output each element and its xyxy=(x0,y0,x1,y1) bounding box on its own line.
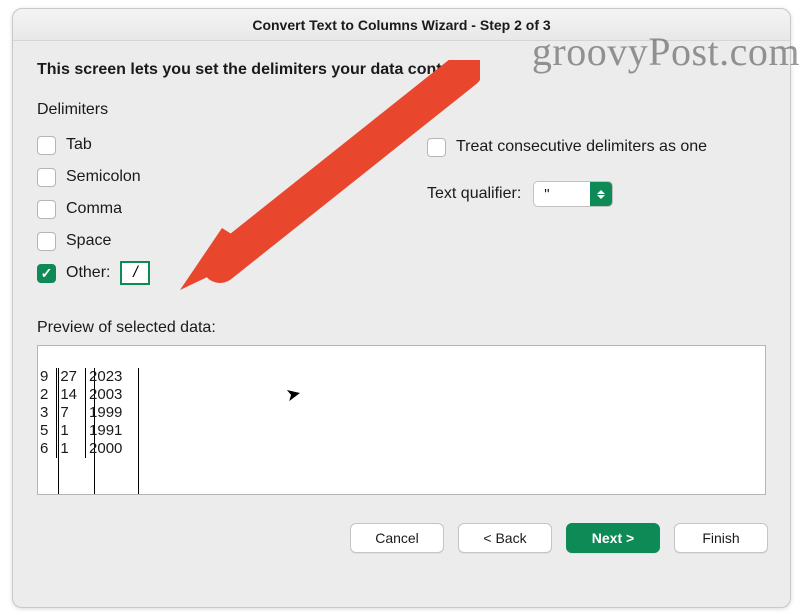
next-button[interactable]: Next > xyxy=(566,523,660,553)
checkbox-semicolon[interactable] xyxy=(37,168,56,187)
table-cell: 5 xyxy=(38,422,57,440)
checkbox-other[interactable]: ✓ xyxy=(37,264,56,283)
delimiters-heading: Delimiters xyxy=(37,101,387,119)
cancel-button[interactable]: Cancel xyxy=(350,523,444,553)
preview-heading: Preview of selected data: xyxy=(37,319,766,337)
checkbox-tab[interactable] xyxy=(37,136,56,155)
label-text-qualifier: Text qualifier: xyxy=(427,185,521,203)
table-cell: 2 xyxy=(38,386,57,404)
table-cell: 6 xyxy=(38,440,57,458)
finish-button[interactable]: Finish xyxy=(674,523,768,553)
label-tab: Tab xyxy=(66,136,92,154)
table-cell: 14 xyxy=(57,386,86,404)
table-cell: 9 xyxy=(38,368,57,386)
back-button[interactable]: < Back xyxy=(458,523,552,553)
table-cell: 2003 xyxy=(86,386,131,404)
text-qualifier-select[interactable]: " xyxy=(533,181,612,207)
label-comma: Comma xyxy=(66,200,122,218)
table-cell: 2000 xyxy=(86,440,131,458)
label-space: Space xyxy=(66,232,111,250)
table-row: 371999 xyxy=(38,404,130,422)
window-title: Convert Text to Columns Wizard - Step 2 … xyxy=(13,9,790,41)
table-cell: 7 xyxy=(57,404,86,422)
table-row: 511991 xyxy=(38,422,130,440)
table-cell: 1 xyxy=(57,440,86,458)
checkbox-space[interactable] xyxy=(37,232,56,251)
preview-table: 92720232142003371999511991612000 xyxy=(38,368,130,458)
table-cell: 1991 xyxy=(86,422,131,440)
table-row: 612000 xyxy=(38,440,130,458)
table-cell: 2023 xyxy=(86,368,131,386)
table-cell: 1 xyxy=(57,422,86,440)
other-delimiter-input[interactable] xyxy=(120,261,150,285)
text-qualifier-value: " xyxy=(534,186,589,203)
table-row: 2142003 xyxy=(38,386,130,404)
table-row: 9272023 xyxy=(38,368,130,386)
table-cell: 1999 xyxy=(86,404,131,422)
label-treat-consecutive: Treat consecutive delimiters as one xyxy=(456,138,707,156)
preview-pane[interactable]: 92720232142003371999511991612000 xyxy=(37,345,766,495)
wizard-dialog: Convert Text to Columns Wizard - Step 2 … xyxy=(12,8,791,608)
label-other: Other: xyxy=(66,264,110,282)
checkbox-treat-consecutive[interactable] xyxy=(427,138,446,157)
table-cell: 27 xyxy=(57,368,86,386)
stepper-icon xyxy=(590,181,612,207)
table-cell: 3 xyxy=(38,404,57,422)
label-semicolon: Semicolon xyxy=(66,168,141,186)
checkbox-comma[interactable] xyxy=(37,200,56,219)
instruction-text: This screen lets you set the delimiters … xyxy=(37,61,766,79)
